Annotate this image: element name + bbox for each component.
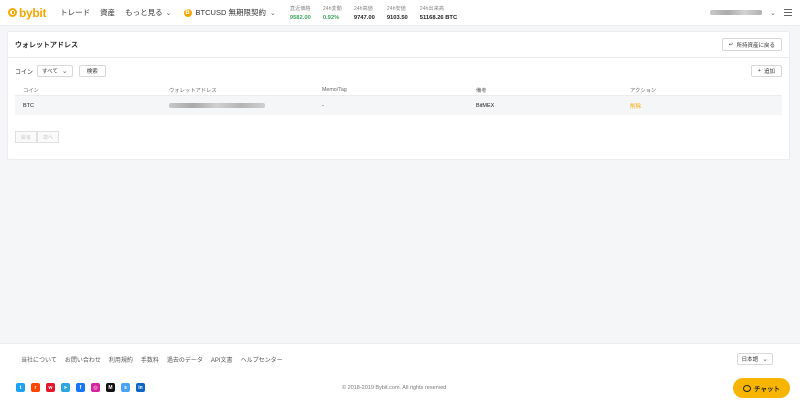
- pagination: 戻る 次へ: [15, 131, 789, 143]
- chevron-down-icon: ⌄: [762, 356, 768, 363]
- account-email-redacted[interactable]: [710, 10, 763, 15]
- return-arrow-icon: ↵: [728, 41, 734, 48]
- stat-24h-volume: 24h出来高 51168.26 BTC: [419, 5, 458, 21]
- chat-bubble-icon: [743, 384, 752, 392]
- table-header: コイン ウォレットアドレス Memo/Tag 備考 アクション: [15, 84, 782, 96]
- stat-last-price: 直近価格 9582.00: [289, 5, 311, 21]
- contract-selector[interactable]: B BTCUSD 無期限契約 ⌄: [183, 7, 276, 18]
- footer-link-terms[interactable]: 利用規約: [109, 355, 133, 364]
- footer-link-help[interactable]: ヘルプセンター: [241, 355, 283, 364]
- filter-bar: コイン すべて ⌄ 検索 + 追加: [8, 58, 789, 84]
- cell-memo: -: [322, 102, 324, 109]
- wallet-address-card: ウォレットアドレス ↵ 所持資産に戻る コイン すべて ⌄ 検索 + 追加 コイ…: [7, 31, 790, 160]
- chat-button[interactable]: チャット: [733, 378, 790, 398]
- btc-coin-icon: B: [183, 8, 192, 17]
- footer-link-api[interactable]: API文書: [211, 355, 233, 364]
- language-select[interactable]: 日本語 ⌄: [736, 353, 773, 365]
- copyright-text: © 2018-2019 Bybit.com. All rights reserv…: [342, 385, 447, 391]
- chevron-down-icon: ⌄: [61, 68, 68, 75]
- instagram-icon[interactable]: ◎: [91, 383, 100, 392]
- main-nav: トレード 資産 もっと見る ⌄: [60, 7, 171, 18]
- steemit-icon[interactable]: s: [121, 383, 130, 392]
- back-to-assets-button[interactable]: ↵ 所持資産に戻る: [721, 38, 782, 51]
- prev-page-button[interactable]: 戻る: [15, 131, 37, 143]
- stat-24h-high: 24h高値 9747.00: [353, 5, 375, 21]
- stat-24h-change: 24h変動 0.92%: [322, 5, 342, 21]
- footer-link-fees[interactable]: 手数料: [141, 355, 159, 364]
- footer: 当社について お問い合わせ 利用規約 手数料 過去のデータ API文書 ヘルプセ…: [0, 343, 800, 402]
- column-header-address: ウォレットアドレス: [169, 87, 217, 94]
- chevron-down-icon[interactable]: ⌄: [770, 9, 776, 17]
- menu-icon[interactable]: [784, 9, 792, 16]
- table-row: BTC - BitMEX 削除: [15, 96, 782, 115]
- coin-filter-label: コイン: [15, 69, 34, 76]
- user-area: ⌄: [710, 9, 792, 17]
- footer-link-history[interactable]: 過去のデータ: [167, 355, 203, 364]
- medium-icon[interactable]: M: [106, 383, 115, 392]
- coin-select[interactable]: すべて ⌄: [37, 65, 73, 77]
- facebook-icon[interactable]: f: [76, 383, 85, 392]
- market-stats: 直近価格 9582.00 24h変動 0.92% 24h高値 9747.00 24h安…: [290, 5, 457, 21]
- chevron-down-icon: ⌄: [269, 9, 276, 17]
- address-table: コイン ウォレットアドレス Memo/Tag 備考 アクション BTC - Bi…: [15, 84, 782, 115]
- search-button[interactable]: 検索: [78, 65, 106, 77]
- nav-item-more[interactable]: もっと見る ⌄: [125, 7, 171, 18]
- cell-note: BitMEX: [476, 102, 495, 109]
- column-header-coin: コイン: [23, 87, 39, 94]
- bybit-logo[interactable]: bybit: [8, 6, 46, 20]
- column-header-action: アクション: [630, 87, 657, 94]
- nav-item-assets[interactable]: 資産: [100, 7, 115, 18]
- add-address-button[interactable]: + 追加: [750, 65, 782, 77]
- column-header-note: 備考: [476, 87, 487, 94]
- reddit-icon[interactable]: r: [31, 383, 40, 392]
- footer-link-contact[interactable]: お問い合わせ: [65, 355, 101, 364]
- cell-address-redacted: [169, 103, 265, 108]
- stat-24h-low: 24h安値 9103.50: [386, 5, 408, 21]
- next-page-button[interactable]: 次へ: [37, 131, 59, 143]
- delete-link[interactable]: 削除: [630, 102, 784, 110]
- nav-item-trade[interactable]: トレード: [60, 7, 90, 18]
- plus-icon: +: [757, 68, 761, 74]
- card-header: ウォレットアドレス ↵ 所持資産に戻る: [8, 32, 789, 58]
- column-header-memo: Memo/Tag: [322, 86, 347, 93]
- bybit-logo-icon: [8, 8, 17, 17]
- cell-coin: BTC: [23, 102, 34, 109]
- page-title: ウォレットアドレス: [15, 41, 78, 49]
- linkedin-icon[interactable]: in: [136, 383, 145, 392]
- footer-links: 当社について お問い合わせ 利用規約 手数料 過去のデータ API文書 ヘルプセ…: [21, 355, 283, 364]
- weibo-icon[interactable]: w: [46, 383, 55, 392]
- top-navigation-bar: bybit トレード 資産 もっと見る ⌄ B BTCUSD 無期限契約 ⌄ 直近…: [0, 0, 800, 26]
- footer-link-about[interactable]: 当社について: [21, 355, 57, 364]
- chevron-down-icon: ⌄: [165, 9, 172, 17]
- telegram-icon[interactable]: ➤: [61, 383, 70, 392]
- twitter-icon[interactable]: t: [16, 383, 25, 392]
- social-links: t r w ➤ f ◎ Ms in: [16, 383, 145, 392]
